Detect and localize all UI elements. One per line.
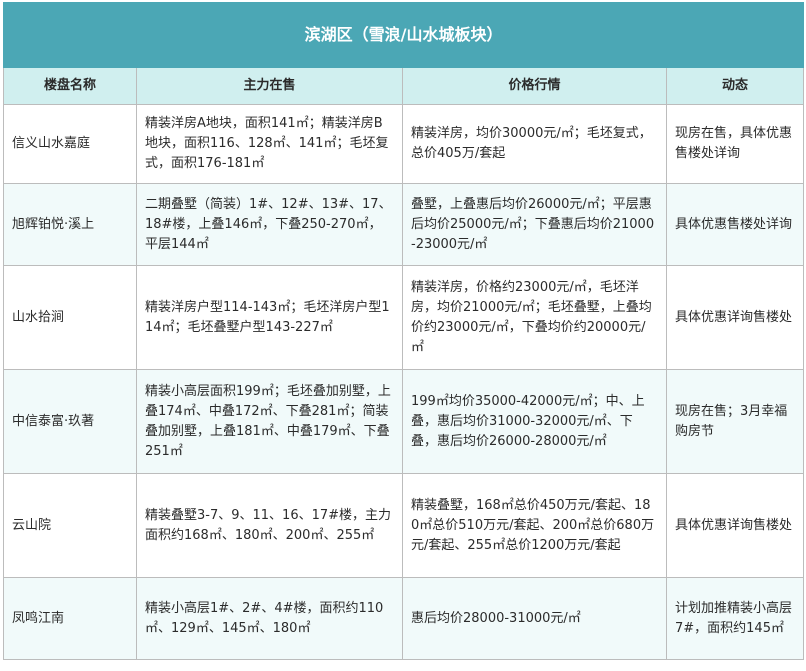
row-price: 叠墅，上叠惠后均价26000元/㎡；平层惠后均价25000元/㎡；下叠惠后均价2… bbox=[402, 183, 667, 266]
row-main: 二期叠墅（简装）1#、12#、13#、17、18#楼，上叠146㎡，下叠250-… bbox=[136, 183, 403, 266]
row-main: 精装洋房户型114-143㎡；毛坯洋房户型114㎡；毛坯叠墅户型143-227㎡ bbox=[136, 265, 403, 370]
row-price: 精装洋房，均价30000元/㎡；毛坯复式，总价405万/套起 bbox=[402, 104, 667, 184]
row-news: 现房在售，具体优惠售楼处详询 bbox=[665, 104, 805, 184]
row-main: 精装洋房A地块，面积141㎡；精装洋房B地块，面积116、128㎡、141㎡；毛… bbox=[136, 104, 403, 184]
header-news: 动态 bbox=[665, 67, 805, 105]
row-news: 现房在售；3月幸福购房节 bbox=[665, 369, 805, 474]
row-name: 中信泰富·玖著 bbox=[3, 369, 137, 474]
header-main: 主力在售 bbox=[136, 67, 403, 105]
price-table: 滨湖区（雪浪/山水城板块） 楼盘名称 主力在售 价格行情 动态 信义山水嘉庭 精… bbox=[2, 2, 805, 660]
row-name: 山水拾涧 bbox=[3, 265, 137, 370]
row-name: 云山院 bbox=[3, 473, 137, 578]
table-row: 旭辉铂悦·溪上 二期叠墅（简装）1#、12#、13#、17、18#楼，上叠146… bbox=[3, 183, 805, 266]
row-price: 精装叠墅，168㎡总价450万元/套起、180㎡总价510万元/套起、200㎡总… bbox=[402, 473, 667, 578]
row-name: 信义山水嘉庭 bbox=[3, 104, 137, 184]
table-row: 凤鸣江南 精装小高层1#、2#、4#楼，面积约110㎡、129㎡、145㎡、18… bbox=[3, 577, 805, 660]
row-main: 精装小高层1#、2#、4#楼，面积约110㎡、129㎡、145㎡、180㎡ bbox=[136, 577, 403, 660]
row-news: 具体优惠售楼处详询 bbox=[665, 183, 805, 266]
price-table-container: 滨湖区（雪浪/山水城板块） 楼盘名称 主力在售 价格行情 动态 信义山水嘉庭 精… bbox=[2, 2, 805, 660]
row-price: 惠后均价28000-31000元/㎡ bbox=[402, 577, 667, 660]
header-price: 价格行情 bbox=[402, 67, 667, 105]
row-name: 凤鸣江南 bbox=[3, 577, 137, 660]
row-main: 精装叠墅3-7、9、11、16、17#楼，主力面积约168㎡、180㎡、200㎡… bbox=[136, 473, 403, 578]
table-row: 信义山水嘉庭 精装洋房A地块，面积141㎡；精装洋房B地块，面积116、128㎡… bbox=[3, 104, 805, 184]
row-price: 精装洋房，价格约23000元/㎡，毛坯洋房，均价21000元/㎡；毛坯叠墅，上叠… bbox=[402, 265, 667, 370]
table-row: 山水拾涧 精装洋房户型114-143㎡；毛坯洋房户型114㎡；毛坯叠墅户型143… bbox=[3, 265, 805, 370]
table-title-row: 滨湖区（雪浪/山水城板块） bbox=[2, 2, 805, 68]
row-price: 199㎡均价35000-42000元/㎡；中、上叠，惠后均价31000-3200… bbox=[402, 369, 667, 474]
table-row: 中信泰富·玖著 精装小高层面积199㎡；毛坯叠加别墅，上叠174㎡、中叠172㎡… bbox=[3, 369, 805, 474]
header-name: 楼盘名称 bbox=[3, 67, 137, 105]
table-title: 滨湖区（雪浪/山水城板块） bbox=[2, 2, 805, 68]
row-main: 精装小高层面积199㎡；毛坯叠加别墅，上叠174㎡、中叠172㎡、下叠281㎡；… bbox=[136, 369, 403, 474]
row-news: 计划加推精装小高层7#，面积约145㎡ bbox=[665, 577, 805, 660]
table-header-row: 楼盘名称 主力在售 价格行情 动态 bbox=[3, 67, 805, 105]
row-news: 具体优惠详询售楼处 bbox=[665, 265, 805, 370]
row-name: 旭辉铂悦·溪上 bbox=[3, 183, 137, 266]
row-news: 具体优惠详询售楼处 bbox=[665, 473, 805, 578]
table-row: 云山院 精装叠墅3-7、9、11、16、17#楼，主力面积约168㎡、180㎡、… bbox=[3, 473, 805, 578]
